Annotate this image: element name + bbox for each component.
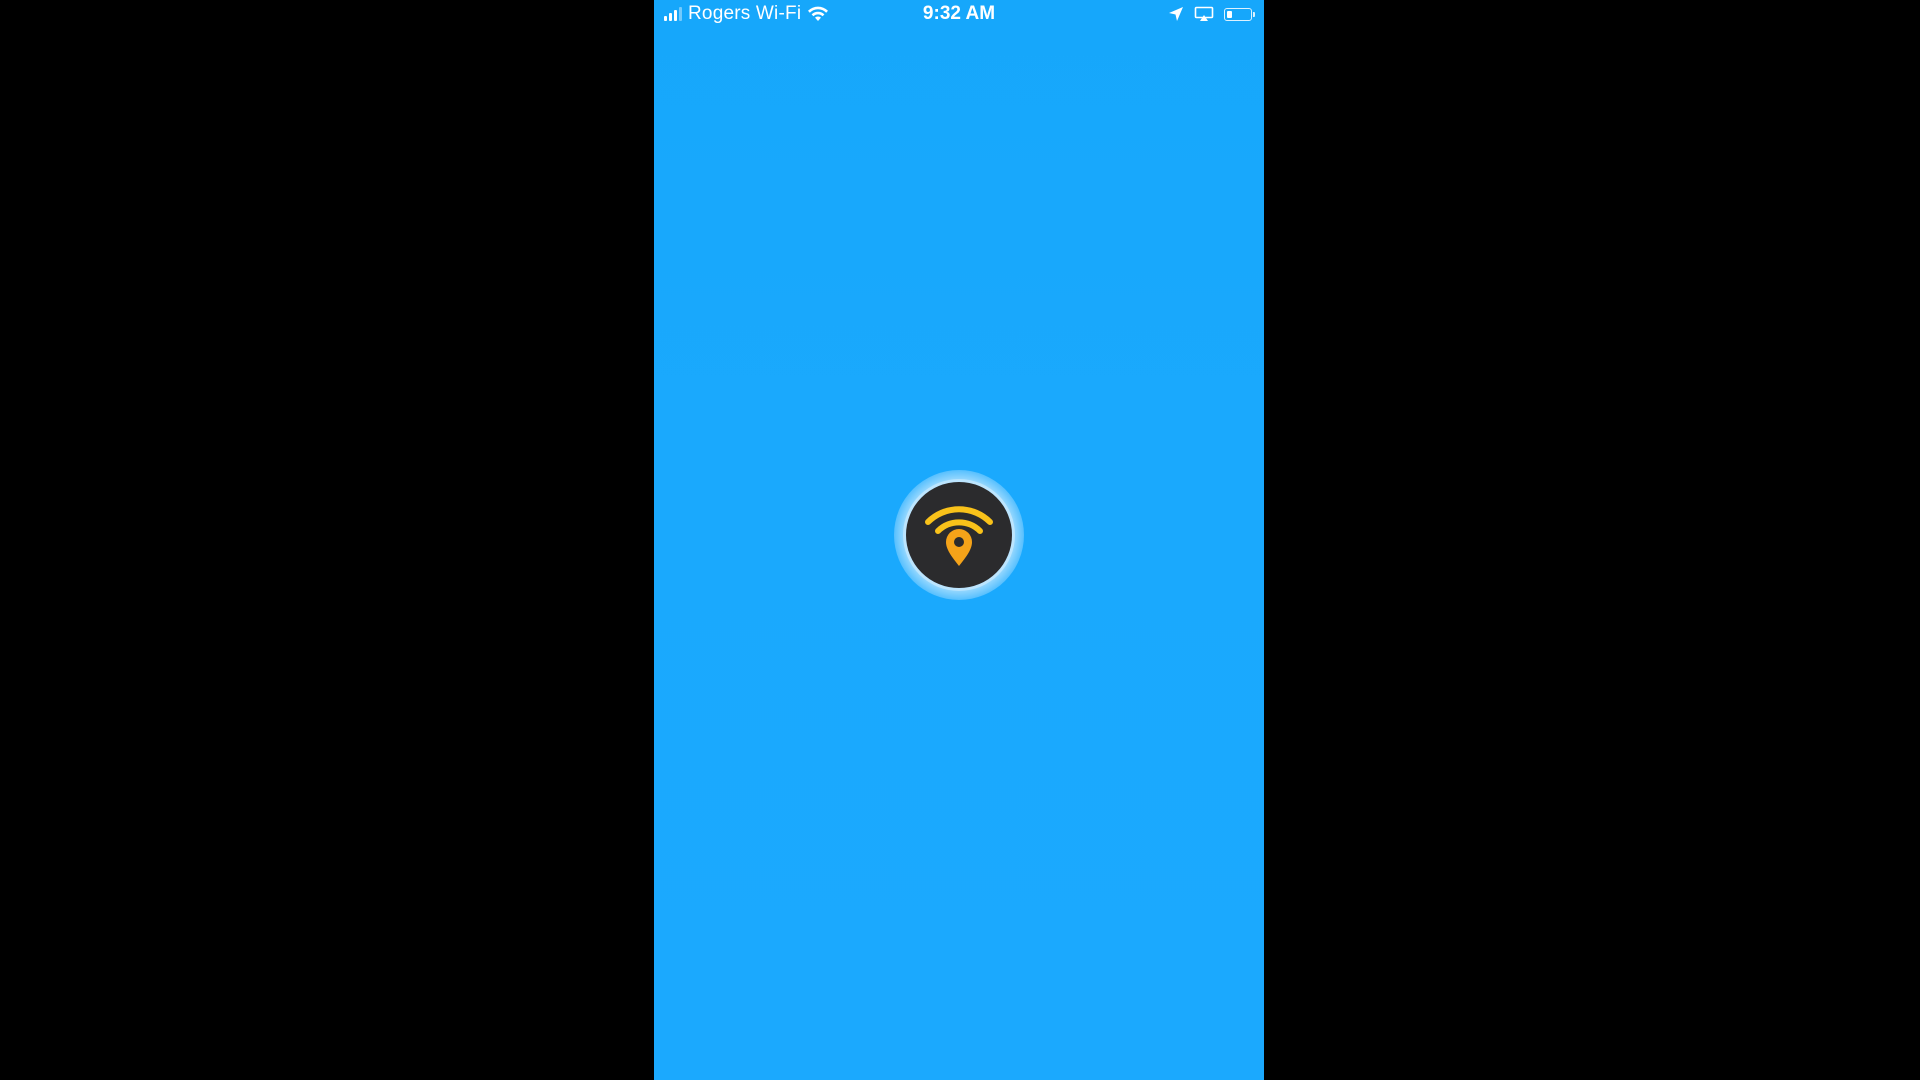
location-arrow-icon (1169, 7, 1183, 21)
wifi-map-pin-icon (906, 482, 1012, 588)
battery-level (1227, 10, 1233, 18)
status-right (1168, 4, 1255, 24)
battery-icon (1224, 7, 1255, 21)
status-bar: Rogers Wi-Fi 9:32 AM (654, 0, 1264, 28)
app-logo-glow (894, 470, 1024, 600)
screen-mirroring-icon (1194, 6, 1214, 21)
phone-screen: Rogers Wi-Fi 9:32 AM (654, 0, 1264, 1080)
video-frame: Rogers Wi-Fi 9:32 AM (0, 0, 1920, 1080)
wifi-map-logo-graphic (925, 506, 993, 566)
